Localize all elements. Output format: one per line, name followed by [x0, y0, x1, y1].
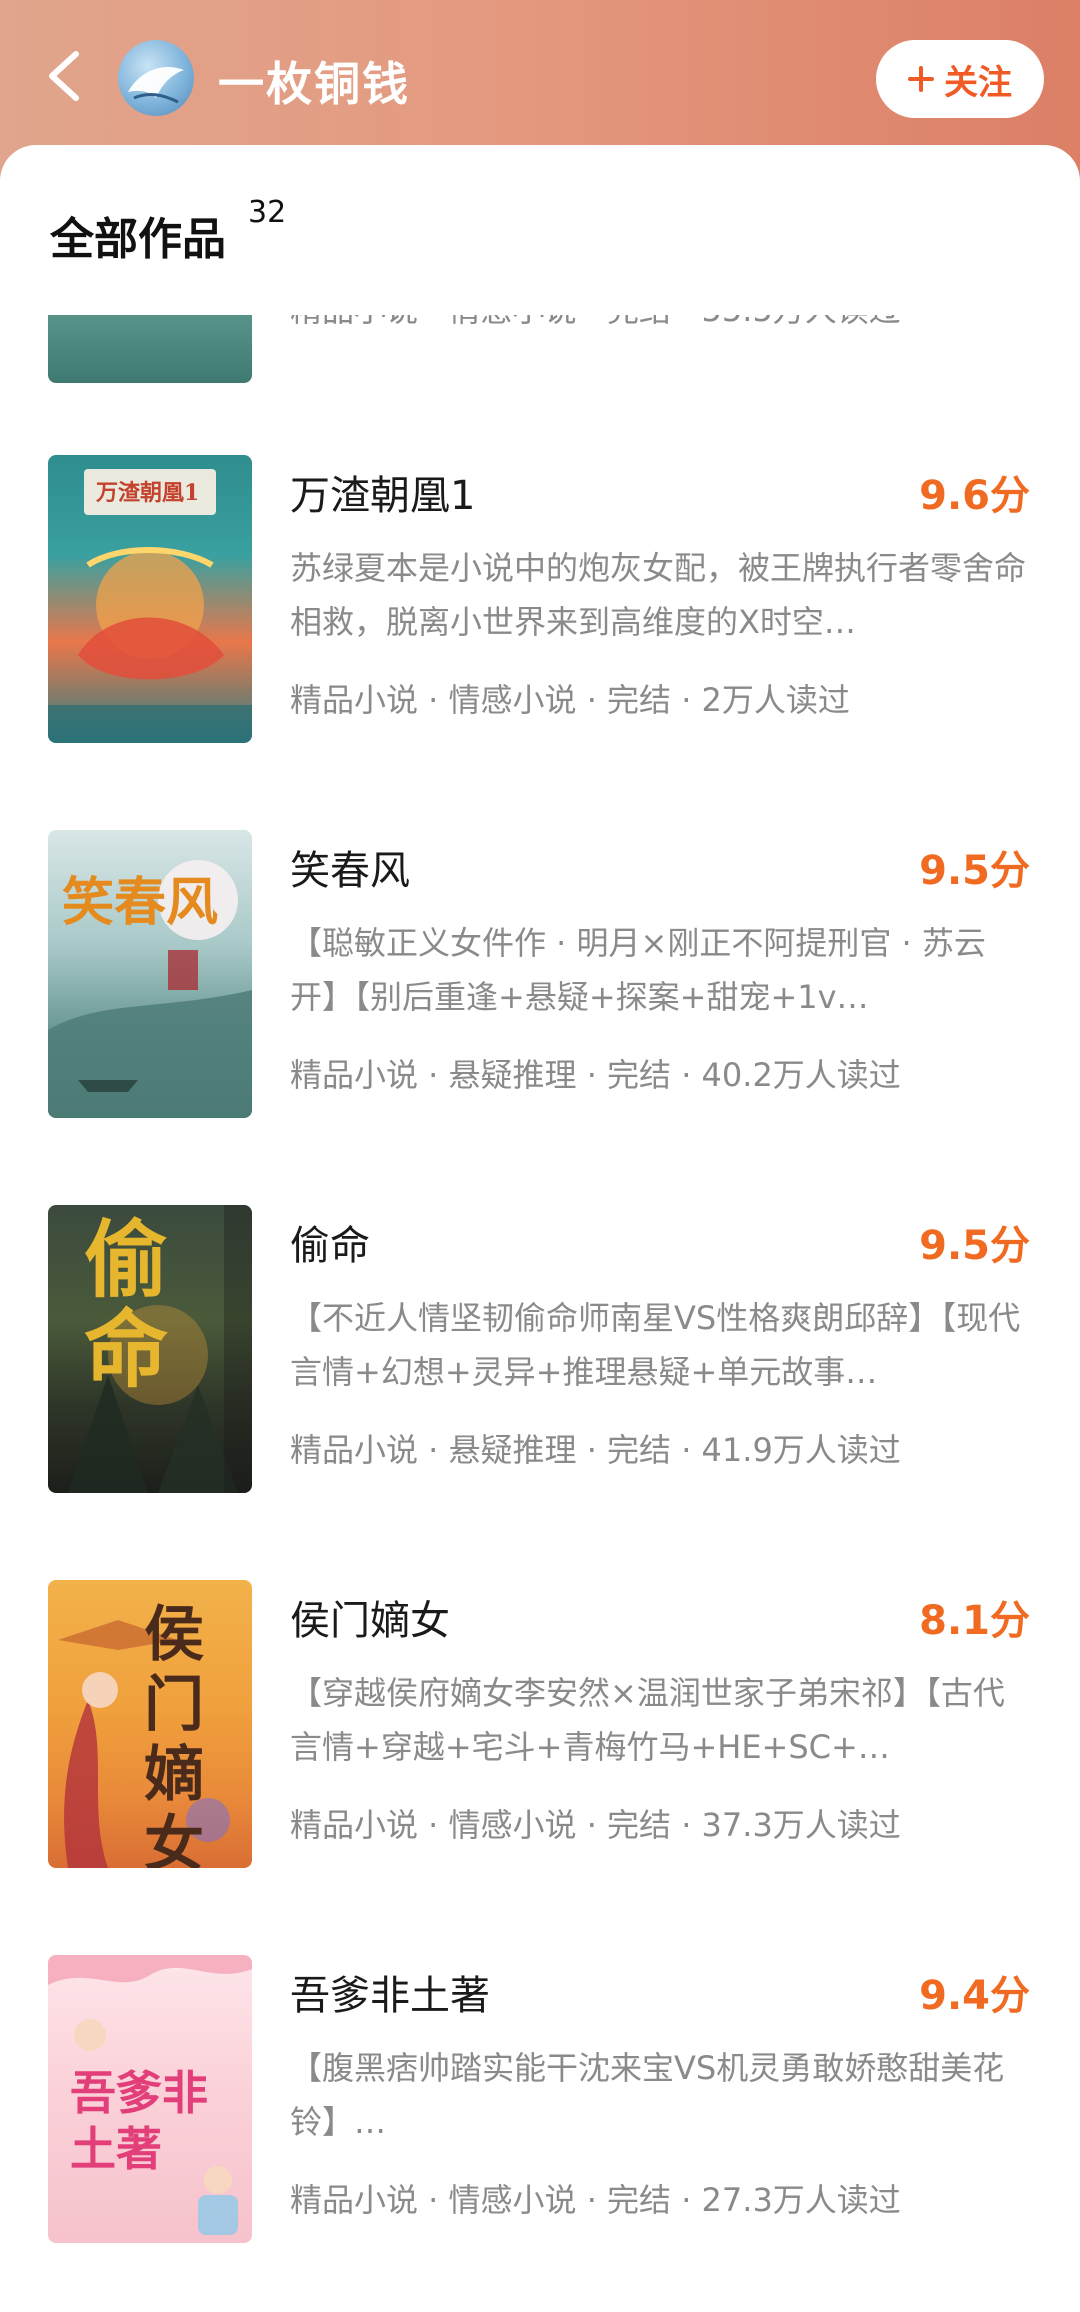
- book-cover-4: 侯门嫡女: [48, 1580, 252, 1868]
- works-title: 全部作品: [50, 214, 226, 265]
- book-score: 9.6分: [919, 473, 1030, 519]
- book-meta: 精品小说 · 悬疑推理 · 完结 · 40.2万人读过: [290, 1056, 901, 1094]
- book-description: 【腹黑痞帅踏实能干沈来宝VS机灵勇敢娇憨甜美花铃】…: [290, 2049, 1005, 2141]
- plus-icon: [908, 66, 934, 92]
- book-cover-2: 笑春风: [48, 830, 252, 1118]
- cover-title-5: 吾爹非土著: [70, 2066, 208, 2176]
- book-score: 9.4分: [919, 1973, 1030, 2019]
- cover-title-2: 笑春风: [62, 872, 219, 933]
- list-item-book-4[interactable]: 侯门嫡女 侯门嫡女 8.1分 【穿越侯府嫡女李安然×温润世家子弟宋祁】【古代言情…: [0, 1580, 1080, 1880]
- book-cover-5: 吾爹非土著: [48, 1955, 252, 2243]
- list-item-book-3[interactable]: 偷命 偷命 9.5分 【不近人情坚韧偷命师南星VS性格爽朗邱辞】【现代言情+幻想…: [0, 1205, 1080, 1505]
- book-title: 偷命: [290, 1223, 370, 1269]
- book-score: 9.5分: [919, 848, 1030, 894]
- list-item-book-5[interactable]: 吾爹非土著 吾爹非土著 9.4分 【腹黑痞帅踏实能干沈来宝VS机灵勇敢娇憨甜美花…: [0, 1955, 1080, 2255]
- book-description: 【聪敏正义女件作 · 明月×刚正不阿提刑官 · 苏云开】【别后重逢+悬疑+探案+…: [290, 924, 986, 1016]
- book-score: 9.5分: [919, 1223, 1030, 1269]
- author-name: 一枚铜钱: [218, 57, 410, 111]
- book-title: 万渣朝凰1: [290, 473, 476, 519]
- follow-button[interactable]: 关注: [876, 40, 1044, 118]
- author-avatar[interactable]: [118, 40, 194, 116]
- book-meta: 精品小说 · 情感小说 · 完结 · 37.3万人读过: [290, 1806, 901, 1844]
- works-count: 32: [248, 195, 287, 230]
- list-item-book-2[interactable]: 笑春风 笑春风 9.5分 【聪敏正义女件作 · 明月×刚正不阿提刑官 · 苏云开…: [0, 830, 1080, 1130]
- book-description: 【不近人情坚韧偷命师南星VS性格爽朗邱辞】【现代言情+幻想+灵异+推理悬疑+单元…: [290, 1299, 1021, 1391]
- book-description: 苏绿夏本是小说中的炮灰女配，被王牌执行者零舍命相救，脱离小世界来到高维度的X时空…: [290, 549, 1027, 641]
- cover-title-3: 偷命: [84, 1210, 169, 1399]
- book-cover-3: 偷命: [48, 1205, 252, 1493]
- book-cover-1: 万渣朝凰1: [48, 455, 252, 743]
- list-item-book-1[interactable]: 万渣朝凰1 万渣朝凰1 9.6分 苏绿夏本是小说中的炮灰女配，被王牌执行者零舍命…: [0, 455, 1080, 755]
- works-sheet: 全部作品 32 精品小说 · 情感小说 · 完结 · 55.5万人读过 万渣朝凰…: [0, 145, 1080, 2312]
- book-meta: 精品小说 · 悬疑推理 · 完结 · 41.9万人读过: [290, 1431, 901, 1469]
- book-title: 吾爹非土著: [290, 1973, 490, 2019]
- book-score: 8.1分: [919, 1598, 1030, 1644]
- cover-title-4: 侯门嫡女: [144, 1600, 204, 1868]
- follow-label: 关注: [944, 62, 1012, 103]
- book-title: 侯门嫡女: [290, 1598, 450, 1644]
- book-description: 【穿越侯府嫡女李安然×温润世家子弟宋祁】【古代言情+穿越+宅斗+青梅竹马+HE+…: [290, 1674, 1005, 1766]
- book-title: 笑春风: [290, 848, 410, 894]
- book-meta: 精品小说 · 情感小说 · 完结 · 2万人读过: [290, 681, 850, 719]
- cover-title-1: 万渣朝凰1: [96, 480, 200, 506]
- list-item-partial[interactable]: 精品小说 · 情感小说 · 完结 · 55.5万人读过: [0, 315, 1080, 385]
- back-arrow-icon[interactable]: [40, 46, 90, 106]
- book-meta: 精品小说 · 情感小说 · 完结 · 27.3万人读过: [290, 2181, 901, 2219]
- book-meta-partial: 精品小说 · 情感小说 · 完结 · 55.5万人读过: [290, 315, 901, 331]
- book-cover-partial: [48, 315, 252, 383]
